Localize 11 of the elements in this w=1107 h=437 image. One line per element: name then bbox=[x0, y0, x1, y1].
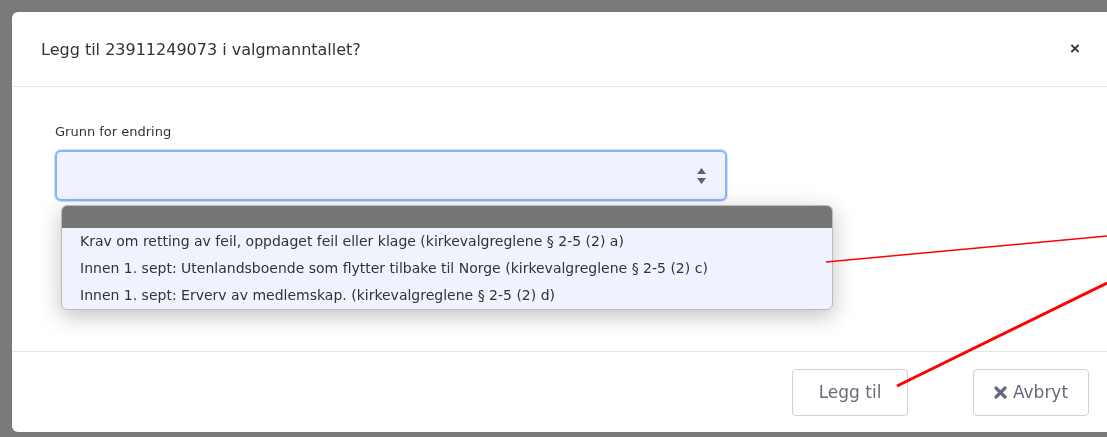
close-icon bbox=[993, 385, 1007, 399]
select-field[interactable] bbox=[55, 150, 727, 201]
cancel-button[interactable]: Avbryt bbox=[973, 368, 1089, 416]
add-button[interactable]: Legg til bbox=[792, 368, 908, 416]
sort-caret-icon bbox=[696, 166, 707, 185]
field-label: Grunn for endring bbox=[55, 124, 173, 139]
close-button[interactable]: × bbox=[1070, 39, 1080, 59]
dropdown-option[interactable]: Innen 1. sept: Utenlandsboende som flytter tilbake til Norge (kirkevalgreglene § 2-5 (2) c) bbox=[62, 255, 832, 282]
dialog-title: Legg til 23911249073 i valgmanntallet? bbox=[41, 39, 361, 59]
dropdown-option[interactable]: Innen 1. sept: Erverv av medlemskap. (kirkevalgreglene § 2-5 (2) d) bbox=[62, 282, 832, 309]
dropdown-option[interactable]: Krav om retting av feil, oppdaget feil eller klage (kirkevalgreglene § 2-5 (2) a) bbox=[62, 228, 832, 255]
